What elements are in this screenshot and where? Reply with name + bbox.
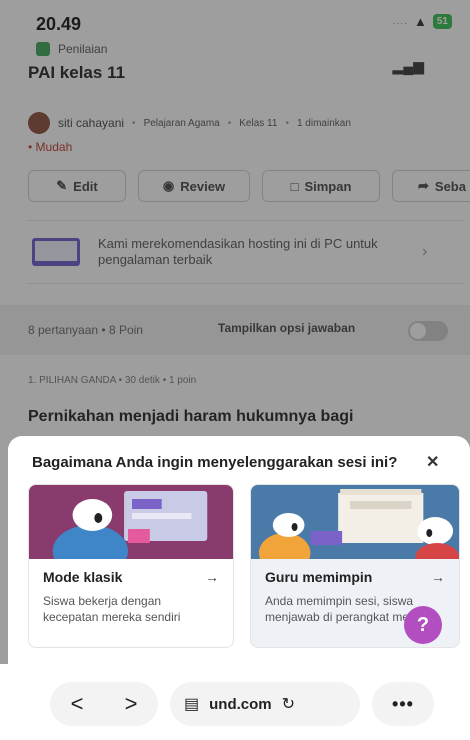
classic-head: Mode klasik → [43, 569, 219, 585]
more-menu-button[interactable]: ••• [372, 682, 434, 726]
forward-button[interactable]: > [125, 691, 138, 717]
mode-classic-card[interactable]: Mode klasik → Siswa bekerja dengan kecep… [28, 484, 234, 648]
host-mode-sheet: Bagaimana Anda ingin menyelenggarakan se… [8, 436, 470, 664]
more-icon: ••• [392, 693, 414, 714]
teacher-illustration [251, 485, 459, 559]
classic-description: Siswa bekerja dengan kecepatan mereka se… [43, 594, 181, 624]
tabs-icon[interactable]: ▤ [184, 694, 199, 714]
teacher-head: Guru memimpin → [265, 569, 445, 585]
address-bar[interactable]: ▤ und.com ↻ [170, 682, 360, 726]
classic-illustration [29, 485, 233, 559]
help-button[interactable]: ? [404, 606, 442, 644]
classic-title: Mode klasik [43, 569, 123, 585]
sheet-title: Bagaimana Anda ingin menyelenggarakan se… [32, 454, 398, 471]
reload-icon[interactable]: ↻ [282, 694, 295, 714]
navigation-pill: < > [50, 682, 158, 726]
classic-body: Mode klasik → Siswa bekerja dengan kecep… [43, 569, 219, 625]
browser-toolbar: < > ▤ und.com ↻ ••• [0, 664, 470, 740]
teacher-title: Guru memimpin [265, 569, 373, 585]
back-button[interactable]: < [71, 691, 84, 717]
url-text: und.com [209, 695, 272, 713]
arrow-right-icon: → [205, 569, 219, 585]
arrow-right-icon: → [431, 569, 445, 585]
close-icon[interactable]: ✕ [426, 452, 439, 472]
